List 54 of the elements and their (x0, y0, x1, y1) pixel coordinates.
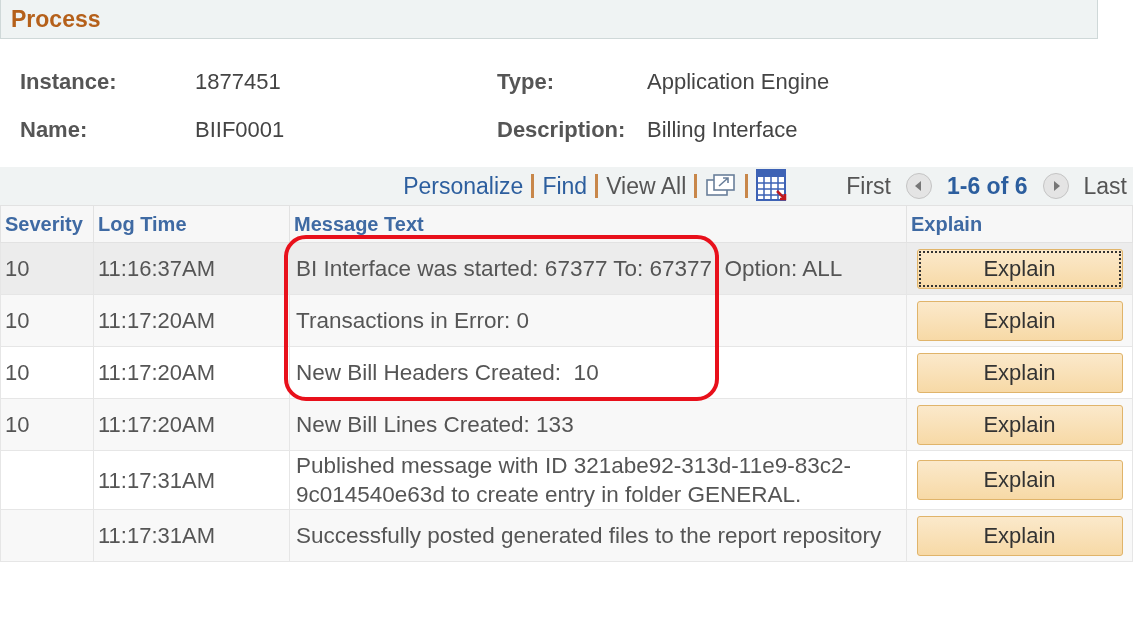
table-cell: 10 (0, 398, 94, 451)
spreadsheet-icon[interactable] (756, 169, 789, 203)
table-cell: 10 (0, 294, 94, 347)
table-cell: 11:17:20AM (93, 294, 290, 347)
previous-icon[interactable] (905, 172, 933, 200)
table-cell: Published message with ID 321abe92-313d-11e9-83c2-9c014540e63d to create entry in folder GENERAL. (289, 450, 907, 510)
field-value: Billing Interface (647, 117, 798, 143)
last-link[interactable]: Last (1083, 172, 1127, 200)
column-header[interactable]: Message Text (289, 205, 907, 243)
field-value: 1877451 (195, 69, 281, 95)
column-header[interactable]: Severity (0, 205, 94, 243)
new-window-icon[interactable] (705, 173, 738, 199)
table-row[interactable]: 10 11:16:37AM BI Interface was started: 67377 To: 67377 Option: ALL Explain (0, 242, 1133, 295)
table-cell: 10 (0, 242, 94, 295)
table-cell: New Bill Headers Created: 10 (289, 346, 907, 399)
table-cell: 11:17:31AM (93, 450, 290, 510)
explain-button[interactable]: Explain (916, 515, 1123, 556)
table-cell: 11:17:31AM (93, 509, 290, 562)
table-cell: 11:17:20AM (93, 398, 290, 451)
explain-button[interactable]: Explain (916, 460, 1123, 500)
explain-button[interactable]: Explain (916, 404, 1123, 445)
column-header[interactable]: Explain (906, 205, 1133, 243)
first-link[interactable]: First (846, 172, 891, 200)
table-row[interactable]: 10 11:17:20AM Transactions in Error: 0 Explain (0, 294, 1133, 347)
field-label: Type: (497, 69, 556, 95)
field-label: Description: (497, 117, 627, 143)
toolbar-link[interactable]: Find (542, 172, 588, 200)
table-cell: BI Interface was started: 67377 To: 67377 Option: ALL (289, 242, 907, 295)
field-value: Application Engine (647, 69, 830, 95)
separator (694, 174, 698, 198)
toolbar-link[interactable]: Personalize (403, 172, 524, 200)
field-label: Instance: (20, 69, 118, 95)
explain-button[interactable]: Explain (916, 300, 1123, 341)
separator (745, 174, 749, 198)
column-header[interactable]: Log Time (93, 205, 290, 243)
next-icon[interactable] (1041, 172, 1070, 200)
table-row[interactable]: 11:17:31AM Published message with ID 321abe92-313d-11e9-83c2-9c014540e63d to create entry in folder GENERAL. Explain (0, 450, 1133, 510)
table-row[interactable]: 10 11:17:20AM New Bill Lines Created: 133 Explain (0, 398, 1133, 451)
separator (595, 174, 599, 198)
table-row[interactable]: 10 11:17:20AM New Bill Headers Created: 10 Explain (0, 346, 1133, 399)
table-cell: New Bill Lines Created: 133 (289, 398, 907, 451)
table-cell: Successfully posted generated files to the report repository (289, 509, 907, 562)
field-value: BIIF0001 (195, 117, 285, 143)
page-range: 1-6 of 6 (947, 172, 1028, 200)
table-cell: 11:17:20AM (93, 346, 290, 399)
table-cell: 10 (0, 346, 94, 399)
explain-button[interactable]: Explain (916, 352, 1123, 393)
field-label: Name: (20, 117, 89, 143)
section-title: Process (11, 5, 101, 33)
toolbar-text[interactable]: View All (606, 172, 687, 200)
table-row[interactable]: 11:17:31AM Successfully posted generated files to the report repository Explain (0, 509, 1133, 562)
explain-button[interactable]: Explain (916, 248, 1123, 289)
table-cell: Transactions in Error: 0 (289, 294, 907, 347)
separator (531, 174, 535, 198)
